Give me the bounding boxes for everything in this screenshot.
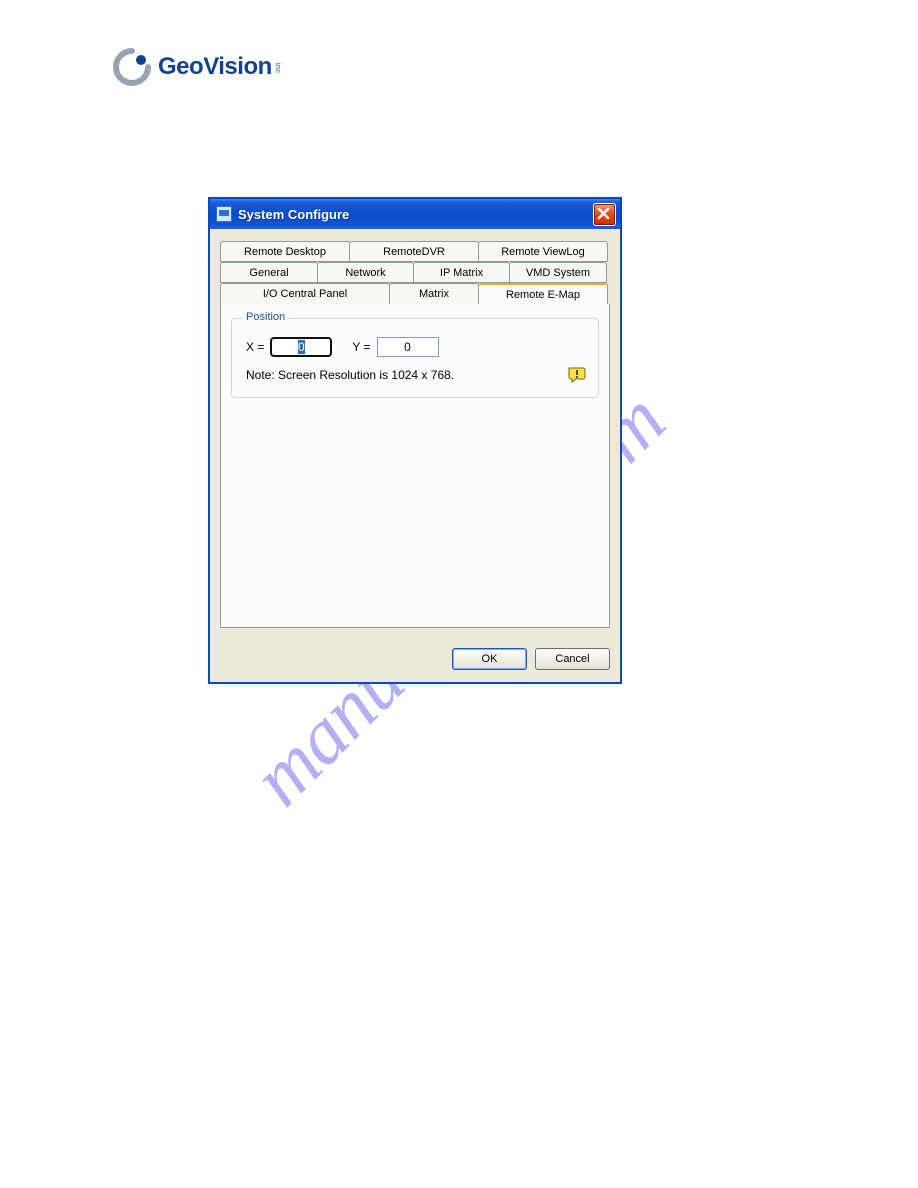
tab-vmd-system[interactable]: VMD System [509,262,607,283]
tab-ip-matrix[interactable]: IP Matrix [413,262,510,283]
y-label: Y = [352,340,370,354]
tab-io-central-panel[interactable]: I/O Central Panel [220,283,390,304]
tab-label: Matrix [419,288,449,300]
tab-remote-desktop[interactable]: Remote Desktop [220,241,350,262]
close-icon [597,207,610,220]
tab-label: General [249,267,288,279]
warning-balloon-icon [568,367,586,383]
dialog-client-area: Remote Desktop RemoteDVR Remote ViewLog … [210,229,620,638]
tab-label: Remote Desktop [244,246,326,258]
tab-label: RemoteDVR [383,246,445,258]
close-button[interactable] [593,203,616,226]
tab-general[interactable]: General [220,262,318,283]
tab-remote-dvr[interactable]: RemoteDVR [349,241,479,262]
tab-label: Remote ViewLog [501,246,585,258]
ok-button[interactable]: OK [452,648,527,670]
tab-label: IP Matrix [440,267,483,279]
y-input[interactable] [377,337,439,357]
dialog-footer: OK Cancel [210,638,620,682]
titlebar[interactable]: System Configure [210,199,620,229]
tab-label: Remote E-Map [506,289,580,301]
tab-remote-viewlog[interactable]: Remote ViewLog [478,241,608,262]
tab-matrix[interactable]: Matrix [389,283,479,304]
logo-suffix: inc [274,60,281,73]
logo-mark-icon [112,47,152,87]
tab-control: Remote Desktop RemoteDVR Remote ViewLog … [220,241,610,628]
tab-label: Network [345,267,385,279]
x-label: X = [246,340,264,354]
tab-label: I/O Central Panel [263,288,347,300]
x-input[interactable] [270,337,332,357]
tab-panel-remote-emap: Position X = Y = Note: Screen Resolution… [220,304,610,628]
logo-text: GeoVision [158,53,272,81]
resolution-note: Note: Screen Resolution is 1024 x 768. [246,368,454,382]
cancel-button[interactable]: Cancel [535,648,610,670]
tab-remote-emap[interactable]: Remote E-Map [478,283,608,304]
app-icon [216,206,232,222]
system-configure-dialog: System Configure Remote Desktop RemoteDV… [209,198,621,683]
tab-label: VMD System [526,267,590,279]
dialog-title: System Configure [238,207,593,222]
group-title: Position [242,311,289,323]
tab-network[interactable]: Network [317,262,414,283]
position-group: Position X = Y = Note: Screen Resolution… [231,318,599,398]
brand-logo: GeoVision inc [112,46,281,88]
